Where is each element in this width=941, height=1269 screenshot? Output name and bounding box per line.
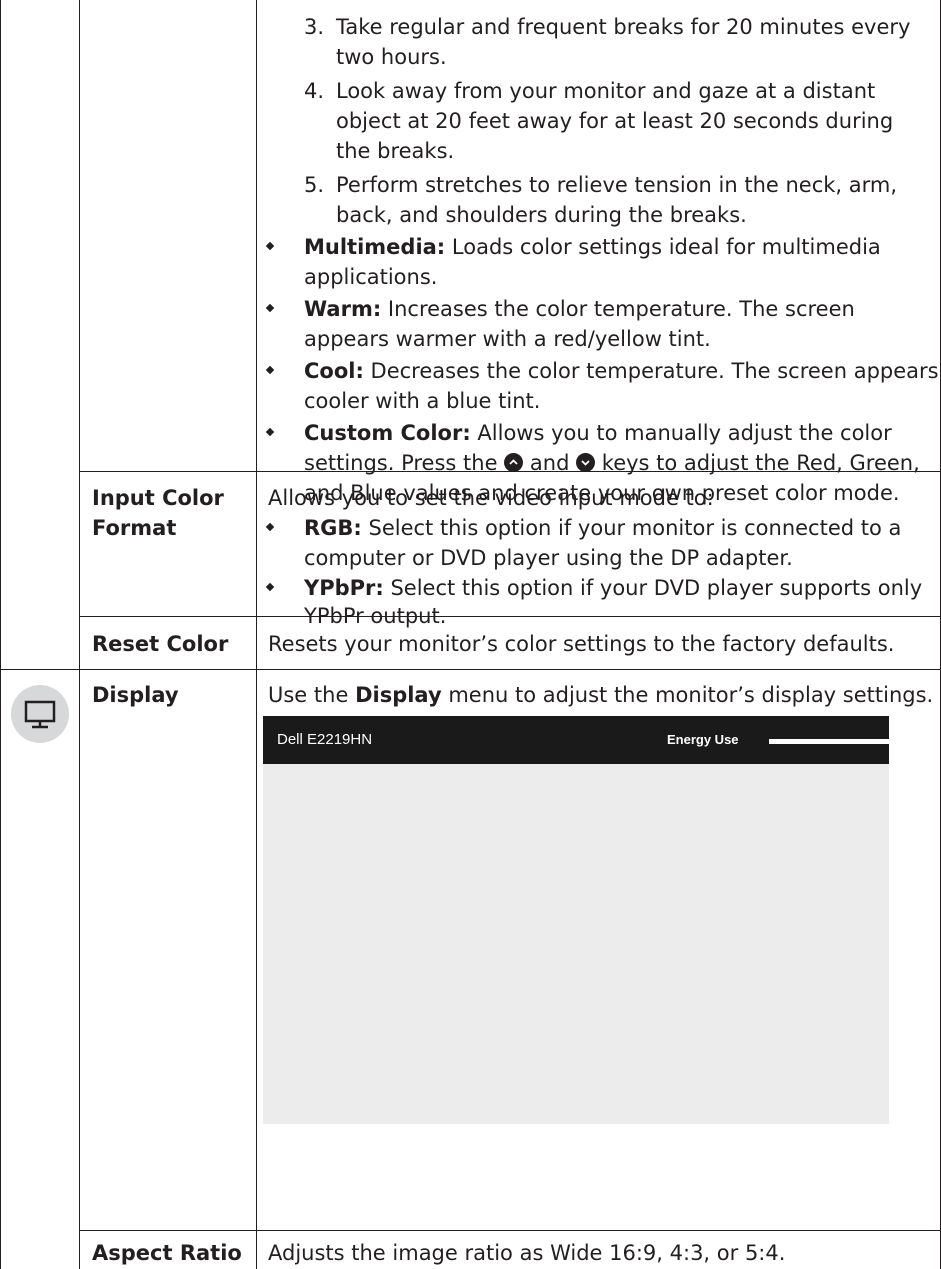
preset-term: Multimedia:: [304, 235, 446, 259]
input-color-intro: Allows you to set the video input mode t…: [268, 486, 714, 510]
step-text: object at 20 feet away for at least 20 s…: [336, 109, 894, 133]
custom-color-text: settings. Press the: [304, 451, 498, 475]
table-border-col1: [79, 0, 80, 1269]
preset-desc: Allows you to manually adjust the color: [470, 421, 892, 445]
step-number: 3.: [304, 15, 325, 39]
rgb-option: computer or DVD player using the DP adap…: [304, 546, 793, 570]
step-text: Perform stretches to relieve tension in …: [336, 173, 898, 197]
display-desc: Use the Display menu to adjust the monit…: [268, 680, 933, 710]
down-key-icon: [576, 453, 596, 472]
display-desc-term: Display: [355, 683, 442, 707]
ypbpr-desc: Select this option if your DVD player su…: [383, 576, 923, 600]
step-text: back, and shoulders during the breaks.: [336, 203, 747, 227]
rgb-desc: Select this option if your monitor is co…: [361, 516, 902, 540]
row-label-reset-color: Reset Color: [92, 632, 229, 656]
row-label-display: Display: [92, 683, 179, 707]
row-divider: [79, 1230, 941, 1231]
row-label-input-color: Input Color: [92, 486, 224, 510]
row-divider: [0, 669, 941, 670]
preset-term: Custom Color:: [304, 421, 471, 445]
bullet-marker: [265, 365, 275, 375]
table-border-col2: [256, 0, 257, 1269]
bullet-marker: [265, 241, 275, 251]
preset-line: applications.: [304, 265, 438, 289]
custom-color-text: keys to adjust the Red, Green,: [601, 451, 920, 475]
step-text: two hours.: [336, 45, 447, 69]
custom-color-text: and: [529, 451, 570, 475]
osd-menu: [263, 764, 467, 1124]
ypbpr-option: YPbPr output.: [304, 604, 447, 628]
row-divider: [79, 616, 941, 617]
row-label-input-color: Format: [92, 516, 177, 540]
ypbpr-term: YPbPr:: [304, 576, 384, 600]
step-text: the breaks.: [336, 139, 455, 163]
bullet-marker: [265, 582, 275, 592]
osd-header: Dell E2219HN Energy Use: [263, 716, 889, 764]
row-label-aspect-ratio: Aspect Ratio: [92, 1241, 242, 1265]
custom-color-line: Custom Color: Allows you to manually adj…: [304, 418, 892, 448]
energy-use-bar: [769, 739, 889, 744]
reset-color-desc: Resets your monitor’s color settings to …: [268, 632, 895, 656]
rgb-term: RGB:: [304, 516, 362, 540]
bullet-marker: [265, 522, 275, 532]
table-border-left: [0, 0, 1, 1269]
preset-line: Warm: Increases the color temperature. T…: [304, 294, 855, 324]
rgb-option: RGB: Select this option if your monitor …: [304, 513, 901, 543]
preset-term: Warm:: [304, 297, 382, 321]
step-text: Look away from your monitor and gaze at …: [336, 79, 876, 103]
preset-desc: Loads color settings ideal for multimedi…: [445, 235, 881, 259]
aspect-ratio-desc: Adjusts the image ratio as Wide 16:9, 4:…: [268, 1241, 786, 1265]
custom-color-line: settings. Press the and keys to adjust t…: [304, 448, 920, 478]
preset-line: appears warmer with a red/yellow tint.: [304, 327, 711, 351]
step-text: Take regular and frequent breaks for 20 …: [336, 15, 911, 39]
ypbpr-option: YPbPr: Select this option if your DVD pl…: [304, 573, 922, 603]
bullet-marker: [265, 303, 275, 313]
step-number: 5.: [304, 173, 325, 197]
display-desc-text: menu to adjust the monitor’s display set…: [448, 683, 934, 707]
preset-desc: Increases the color temperature. The scr…: [381, 297, 855, 321]
preset-term: Cool:: [304, 359, 364, 383]
osd-settings-panel: [467, 764, 889, 1124]
energy-use-label: Energy Use: [667, 732, 739, 747]
up-key-icon: [504, 453, 524, 472]
preset-line: cooler with a blue tint.: [304, 389, 541, 413]
step-number: 4.: [304, 79, 325, 103]
preset-line: Cool: Decreases the color temperature. T…: [304, 356, 939, 386]
osd-screenshot: Dell E2219HN Energy Use: [263, 716, 889, 1124]
manual-page: 3. Take regular and frequent breaks for …: [0, 0, 941, 1269]
bullet-marker: [265, 427, 275, 437]
osd-title: Dell E2219HN: [277, 731, 373, 748]
monitor-icon: [11, 685, 69, 743]
preset-desc: Decreases the color temperature. The scr…: [363, 359, 939, 383]
display-desc-text: Use the: [268, 683, 349, 707]
preset-line: Multimedia: Loads color settings ideal f…: [304, 232, 881, 262]
